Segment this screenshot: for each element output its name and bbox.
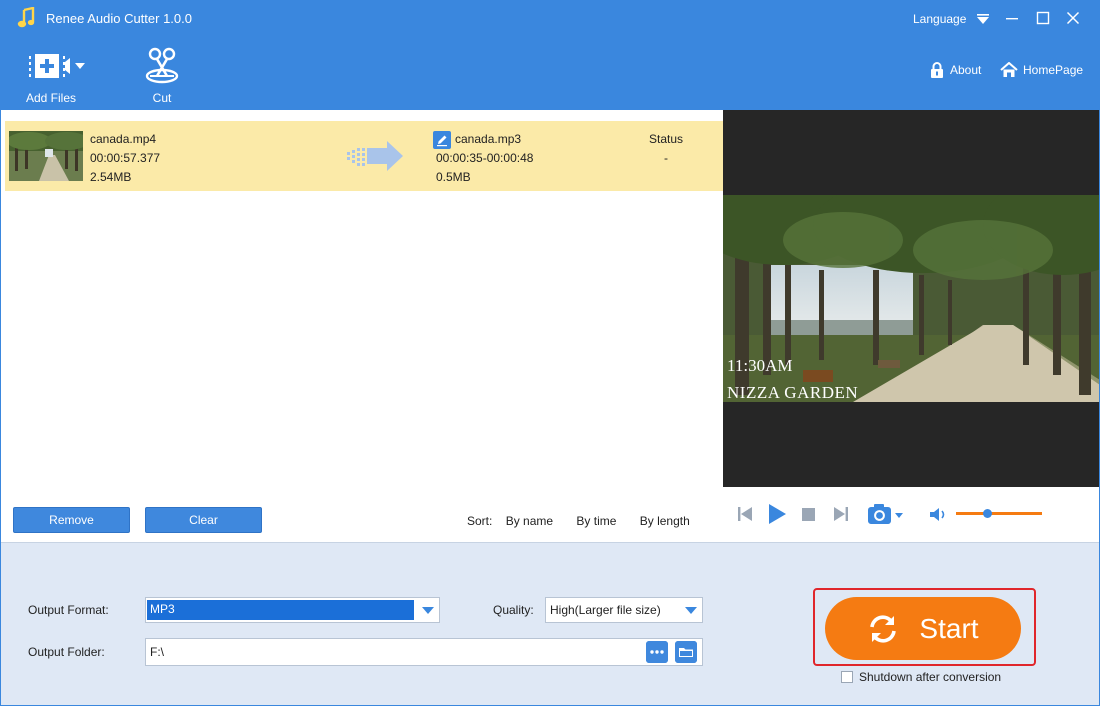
- start-label: Start: [919, 612, 979, 644]
- output-size: 0.5MB: [436, 170, 471, 184]
- music-note-logo-icon: [17, 7, 35, 28]
- status-header: Status: [648, 132, 684, 146]
- convert-arrow-icon: [347, 141, 403, 171]
- sort-options: Sort: By name By time By length: [467, 514, 710, 528]
- previous-icon[interactable]: [737, 506, 753, 522]
- about-link[interactable]: About: [930, 62, 981, 78]
- add-video-icon: [29, 54, 85, 78]
- stop-icon[interactable]: [802, 508, 815, 521]
- output-folder-field[interactable]: F:\: [145, 638, 703, 666]
- source-duration: 00:00:57.377: [90, 151, 161, 165]
- shutdown-option[interactable]: Shutdown after conversion: [841, 670, 1001, 684]
- about-label: About: [950, 63, 982, 77]
- language-dropdown-icon[interactable]: [977, 13, 989, 25]
- edit-icon[interactable]: [433, 130, 451, 149]
- player-controls: [723, 487, 1100, 542]
- shutdown-checkbox[interactable]: [841, 671, 853, 683]
- output-format-label: Output Format:: [28, 603, 109, 617]
- output-settings-panel: Output Format: MP3 Quality: High(Larger …: [0, 542, 1100, 706]
- start-button[interactable]: Start: [825, 597, 1021, 660]
- homepage-label: HomePage: [1023, 63, 1084, 77]
- chevron-down-icon: [685, 607, 697, 614]
- lock-icon: [931, 62, 943, 78]
- title-toolbar-area: Renee Audio Cutter 1.0.0 Language Add Fi…: [0, 0, 1100, 110]
- quality-select[interactable]: High(Larger file size): [545, 597, 703, 623]
- volume-icon[interactable]: [929, 507, 947, 522]
- output-format-select[interactable]: MP3: [145, 597, 440, 623]
- quality-label: Quality:: [493, 603, 534, 617]
- sort-label: Sort:: [467, 514, 493, 528]
- minimize-icon[interactable]: [1005, 11, 1019, 25]
- output-folder-label: Output Folder:: [28, 645, 105, 659]
- volume-slider[interactable]: [956, 509, 1042, 518]
- homepage-link[interactable]: HomePage: [1000, 62, 1083, 78]
- shutdown-label: Shutdown after conversion: [859, 670, 1002, 684]
- cut-button[interactable]: Cut: [130, 46, 194, 105]
- snapshot-camera-icon[interactable]: [867, 503, 905, 525]
- more-options-icon[interactable]: [646, 641, 668, 663]
- scissors-icon: [145, 47, 179, 84]
- open-folder-icon[interactable]: [675, 641, 697, 663]
- source-size: 2.54MB: [90, 170, 132, 184]
- status-column: Status -: [635, 130, 697, 168]
- maximize-icon[interactable]: [1036, 11, 1050, 25]
- add-files-label: Add Files: [25, 91, 77, 105]
- volume-slider-thumb[interactable]: [983, 509, 992, 518]
- file-list-panel: canada.mp4 00:00:57.377 2.54MB canada.mp…: [0, 110, 723, 542]
- close-icon[interactable]: [1066, 11, 1080, 25]
- chevron-down-icon: [422, 607, 434, 614]
- refresh-icon: [870, 614, 897, 643]
- sort-by-length[interactable]: By length: [640, 514, 690, 528]
- overlay-place: NIZZA GARDEN: [727, 383, 859, 402]
- next-icon[interactable]: [833, 506, 849, 522]
- status-value: -: [664, 151, 668, 165]
- source-file-info: canada.mp4 00:00:57.377 2.54MB: [90, 130, 160, 187]
- app-title: Renee Audio Cutter 1.0.0: [46, 11, 192, 26]
- video-thumbnail: [9, 131, 83, 181]
- overlay-time: 11:30AM: [727, 356, 793, 375]
- source-file-name: canada.mp4: [90, 132, 157, 146]
- cut-label: Cut: [152, 91, 172, 105]
- file-row[interactable]: canada.mp4 00:00:57.377 2.54MB canada.mp…: [5, 121, 723, 191]
- output-file-name: canada.mp3: [455, 132, 522, 146]
- video-preview-panel: 11:30AM NIZZA GARDEN: [723, 110, 1100, 487]
- home-icon: [1000, 62, 1018, 77]
- play-icon[interactable]: [767, 503, 787, 525]
- quality-value: High(Larger file size): [550, 603, 661, 617]
- output-format-value: MP3: [147, 600, 414, 620]
- add-files-button[interactable]: Add Files: [14, 46, 88, 105]
- output-time-range: 00:00:35-00:00:48: [436, 151, 534, 165]
- clear-button[interactable]: Clear: [145, 507, 262, 533]
- language-menu[interactable]: Language: [913, 12, 966, 26]
- sort-by-time[interactable]: By time: [576, 514, 616, 528]
- remove-button[interactable]: Remove: [13, 507, 130, 533]
- sort-by-name[interactable]: By name: [506, 514, 553, 528]
- output-file-info: canada.mp3 00:00:35-00:00:48 0.5MB: [433, 130, 533, 187]
